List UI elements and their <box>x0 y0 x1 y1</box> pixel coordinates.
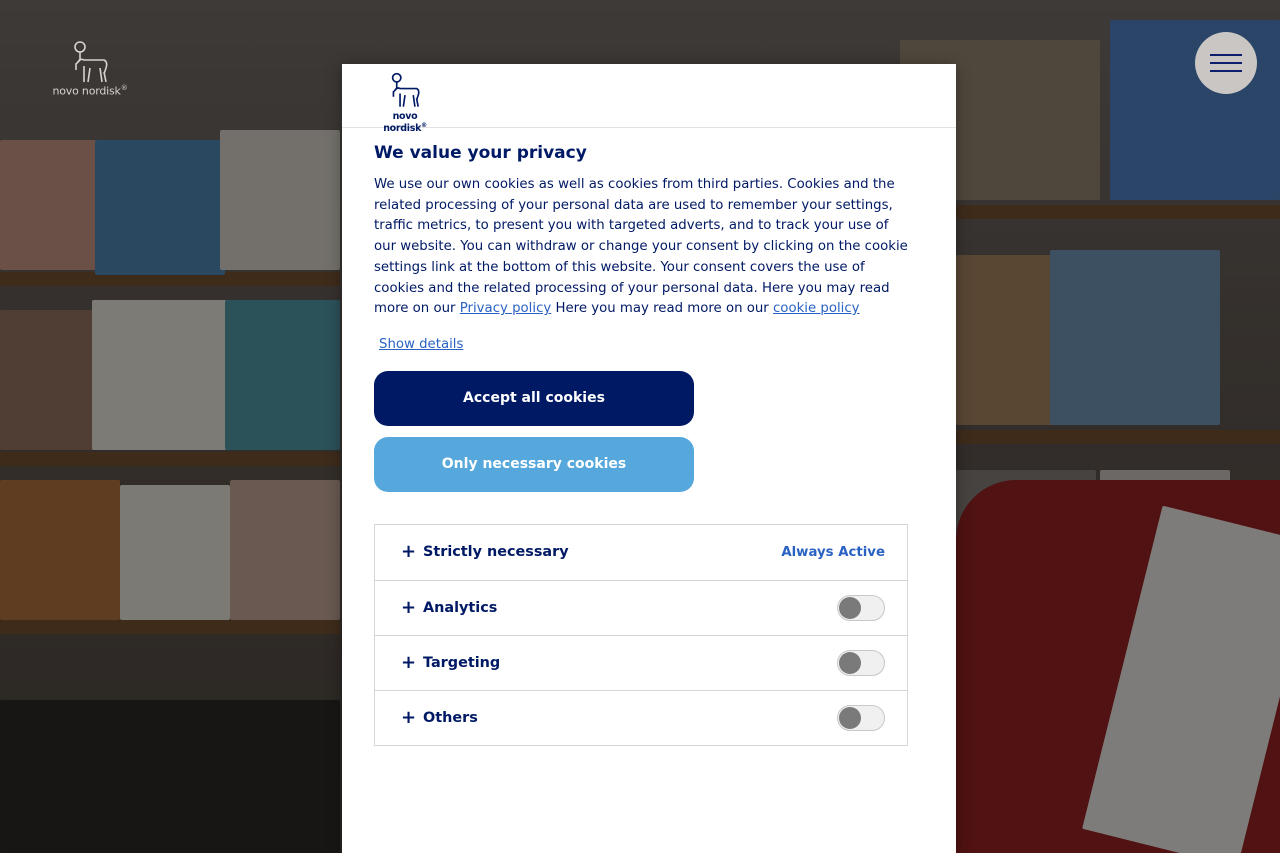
apis-bull-icon <box>74 41 108 83</box>
category-label: Strictly necessary <box>423 544 569 561</box>
apis-bull-icon <box>391 72 420 107</box>
cookie-categories: + Strictly necessary Always Active + Ana… <box>374 523 908 746</box>
targeting-toggle[interactable] <box>837 649 885 676</box>
accept-all-cookies-button[interactable]: Accept all cookies <box>374 370 694 426</box>
brand-logo[interactable]: novo nordisk® <box>52 40 128 98</box>
category-label: Others <box>423 709 478 726</box>
dialog-title: We value your privacy <box>374 143 587 163</box>
category-analytics[interactable]: + Analytics <box>375 579 907 635</box>
always-active-badge: Always Active <box>781 544 885 560</box>
show-details-link[interactable]: Show details <box>379 337 463 352</box>
cookie-policy-link[interactable]: cookie policy <box>773 301 860 316</box>
category-label: Analytics <box>423 599 498 616</box>
plus-icon: + <box>401 541 417 563</box>
privacy-policy-link[interactable]: Privacy policy <box>460 301 552 316</box>
category-targeting[interactable]: + Targeting <box>375 634 907 690</box>
plus-icon: + <box>401 651 417 673</box>
only-necessary-cookies-button[interactable]: Only necessary cookies <box>374 436 694 492</box>
category-others[interactable]: + Others <box>375 689 907 745</box>
category-strictly-necessary[interactable]: + Strictly necessary Always Active <box>375 525 907 580</box>
menu-button[interactable] <box>1195 32 1257 94</box>
analytics-toggle[interactable] <box>837 594 885 621</box>
dialog-header: novo nordisk® <box>342 64 956 134</box>
cookie-consent-dialog: novo nordisk® We value your privacy We u… <box>342 64 956 853</box>
category-label: Targeting <box>423 654 501 671</box>
plus-icon: + <box>401 706 417 728</box>
dialog-description: We use our own cookies as well as cookie… <box>374 177 908 317</box>
dialog-brand-logo: novo nordisk® <box>373 72 437 134</box>
plus-icon: + <box>401 596 417 618</box>
hamburger-icon <box>1210 48 1242 78</box>
others-toggle[interactable] <box>837 704 885 731</box>
